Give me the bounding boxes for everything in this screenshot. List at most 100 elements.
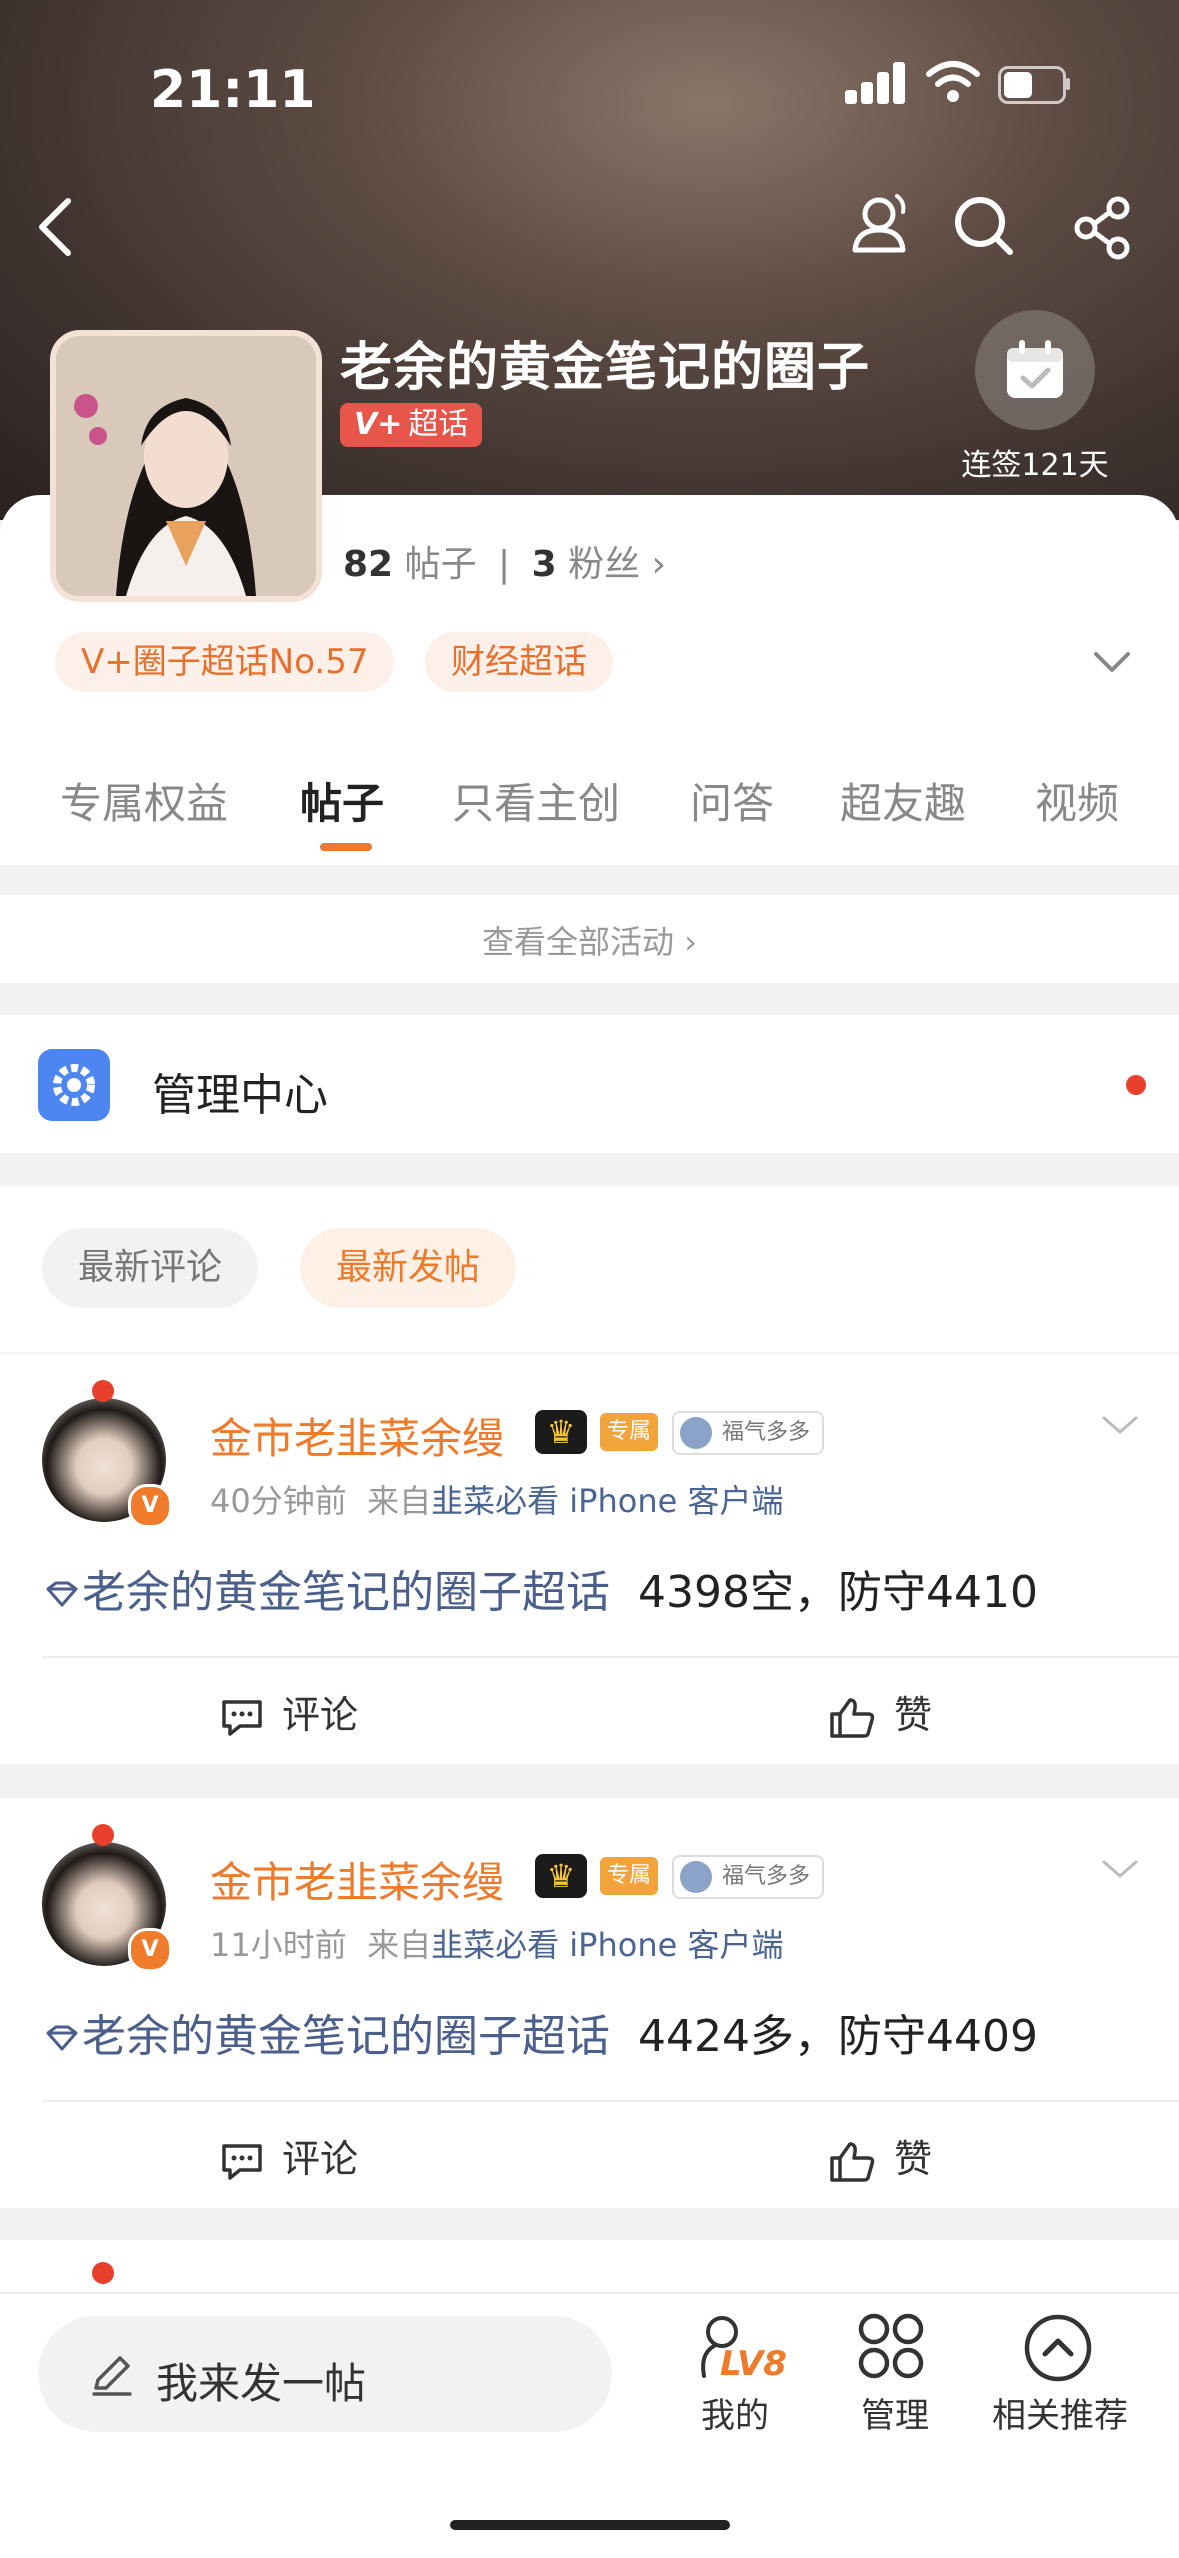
- tab-benefits[interactable]: 专属权益: [60, 770, 228, 831]
- comment-button[interactable]: 评论: [220, 2128, 358, 2183]
- tab-fun[interactable]: 超友趣: [840, 770, 966, 831]
- active-tab-indicator: [320, 843, 372, 851]
- gear-icon: [38, 1049, 110, 1121]
- apple-icon: [92, 2262, 114, 2284]
- status-time: 21:11: [150, 60, 316, 120]
- fortune-label: 福气多多: [722, 1420, 811, 1445]
- source-prefix: 来自: [367, 1482, 432, 1520]
- filter-latest-comments[interactable]: 最新评论: [42, 1228, 259, 1308]
- manage-center-label: 管理中心: [152, 1070, 328, 1121]
- like-button[interactable]: 赞: [828, 2128, 932, 2184]
- back-icon[interactable]: [30, 195, 80, 259]
- verified-icon: V: [128, 1928, 172, 1972]
- chevron-up-circle-icon: [1024, 2314, 1092, 2382]
- manage-center-row[interactable]: 管理中心: [0, 1015, 1179, 1153]
- post-content: 4424多，防守4409: [637, 2011, 1038, 2062]
- post-topic[interactable]: 老余的黄金笔记的圈子超话: [82, 1567, 610, 1618]
- search-icon[interactable]: [952, 194, 1016, 258]
- chevron-right-icon: ›: [674, 923, 697, 961]
- post-card-peek: [0, 2240, 1179, 2300]
- nav-recommend-label[interactable]: 相关推荐: [980, 2388, 1140, 2437]
- post-meta: 11小时前 来自韭菜必看 iPhone 客户端: [210, 1920, 783, 1966]
- thumbs-up-icon: [830, 2141, 875, 2182]
- chevron-down-icon[interactable]: [1100, 1412, 1140, 1438]
- chevron-right-icon: ›: [640, 544, 666, 585]
- circle-stats: 82 帖子 | 3 粉丝 ›: [343, 544, 666, 585]
- members-icon[interactable]: [843, 188, 913, 258]
- pencil-icon: [92, 2356, 132, 2396]
- post-text: 老余的黄金笔记的圈子超话 4398空，防守4410: [42, 1556, 1038, 1620]
- nav-manage-label[interactable]: 管理: [850, 2388, 940, 2437]
- tab-creators[interactable]: 只看主创: [452, 770, 620, 831]
- like-button[interactable]: 赞: [828, 1684, 932, 1740]
- sign-in-streak: 连签121天: [961, 448, 1109, 483]
- tab-posts[interactable]: 帖子: [300, 770, 384, 831]
- divider: [42, 1656, 1179, 1658]
- username[interactable]: 金市老韭菜余缦: [210, 1405, 504, 1466]
- exclusive-badge: 专属: [600, 1413, 658, 1451]
- post-time: 11小时前: [210, 1926, 347, 1964]
- compose-button[interactable]: 我来发一帖: [38, 2316, 612, 2432]
- apple-icon: [92, 1380, 114, 1402]
- battery-icon: [998, 66, 1070, 104]
- like-label: 赞: [894, 1693, 933, 1737]
- comment-label: 评论: [282, 2137, 359, 2181]
- post-source[interactable]: 韭菜必看 iPhone 客户端: [431, 1926, 783, 1964]
- crown-icon: ♛: [535, 1410, 587, 1454]
- comment-label: 评论: [282, 1693, 359, 1737]
- fortune-badge: 福气多多: [672, 1855, 825, 1899]
- circle-title: 老余的黄金笔记的圈子: [340, 338, 871, 398]
- post-source[interactable]: 韭菜必看 iPhone 客户端: [431, 1482, 783, 1520]
- username[interactable]: 金市老韭菜余缦: [210, 1849, 504, 1910]
- supertopic-badge: V+ 超话: [340, 403, 483, 447]
- tag-rank[interactable]: V+圈子超话No.57: [55, 632, 395, 692]
- fans-label[interactable]: 粉丝: [568, 544, 640, 585]
- grid-icon: [858, 2313, 924, 2379]
- v-plus-label: V+: [354, 407, 403, 442]
- post-meta: 40分钟前 来自韭菜必看 iPhone 客户端: [210, 1476, 783, 1522]
- calendar-check-icon: [1007, 340, 1063, 398]
- supertopic-badge-label: 超话: [408, 407, 469, 442]
- wifi-icon: [926, 61, 980, 102]
- post-text: 老余的黄金笔记的圈子超话 4424多，防守4409: [42, 2000, 1038, 2064]
- fortune-label: 福气多多: [722, 1864, 811, 1889]
- fortune-icon: [680, 1861, 712, 1893]
- comment-button[interactable]: 评论: [220, 1684, 358, 1739]
- comment-icon: [222, 1699, 262, 1736]
- diamond-icon: [46, 1581, 78, 1607]
- apple-icon: [92, 1824, 114, 1846]
- tag-finance[interactable]: 财经超话: [425, 632, 613, 692]
- post-time: 40分钟前: [210, 1482, 347, 1520]
- nav-manage[interactable]: [855, 2310, 939, 2380]
- diamond-icon: [46, 2025, 78, 2051]
- compose-placeholder: 我来发一帖: [156, 2359, 367, 2408]
- share-icon[interactable]: [1072, 196, 1136, 260]
- chevron-down-icon[interactable]: [1100, 1856, 1140, 1882]
- chevron-down-icon[interactable]: [1092, 648, 1132, 676]
- comment-icon: [222, 2143, 262, 2180]
- exclusive-badge: 专属: [600, 1857, 658, 1895]
- fortune-icon: [680, 1417, 712, 1449]
- level-badge: LV8: [720, 2344, 787, 2384]
- activity-link-label: 查看全部活动: [482, 923, 675, 961]
- nav-mine-label[interactable]: 我的: [690, 2388, 780, 2437]
- home-indicator: [450, 2520, 730, 2530]
- posts-count: 82: [343, 544, 394, 585]
- fans-count[interactable]: 3: [532, 544, 557, 585]
- verified-icon: V: [128, 1484, 172, 1528]
- tab-qa[interactable]: 问答: [690, 770, 774, 831]
- crown-icon: ♛: [535, 1854, 587, 1898]
- post-content: 4398空，防守4410: [637, 1567, 1038, 1618]
- posts-label: 帖子: [404, 544, 477, 585]
- nav-recommend[interactable]: [1022, 2312, 1098, 2382]
- thumbs-up-icon: [830, 1697, 875, 1738]
- fortune-badge: 福气多多: [672, 1411, 825, 1455]
- filter-latest-posts[interactable]: 最新发帖: [300, 1228, 517, 1308]
- divider: [42, 2100, 1179, 2102]
- circle-avatar[interactable]: [50, 330, 322, 602]
- post-topic[interactable]: 老余的黄金笔记的圈子超话: [82, 2011, 610, 2062]
- notification-dot: [1126, 1075, 1146, 1095]
- activity-link[interactable]: 查看全部活动 ›: [0, 895, 1179, 983]
- tab-video[interactable]: 视频: [1035, 770, 1119, 831]
- sign-in-button[interactable]: [975, 310, 1095, 430]
